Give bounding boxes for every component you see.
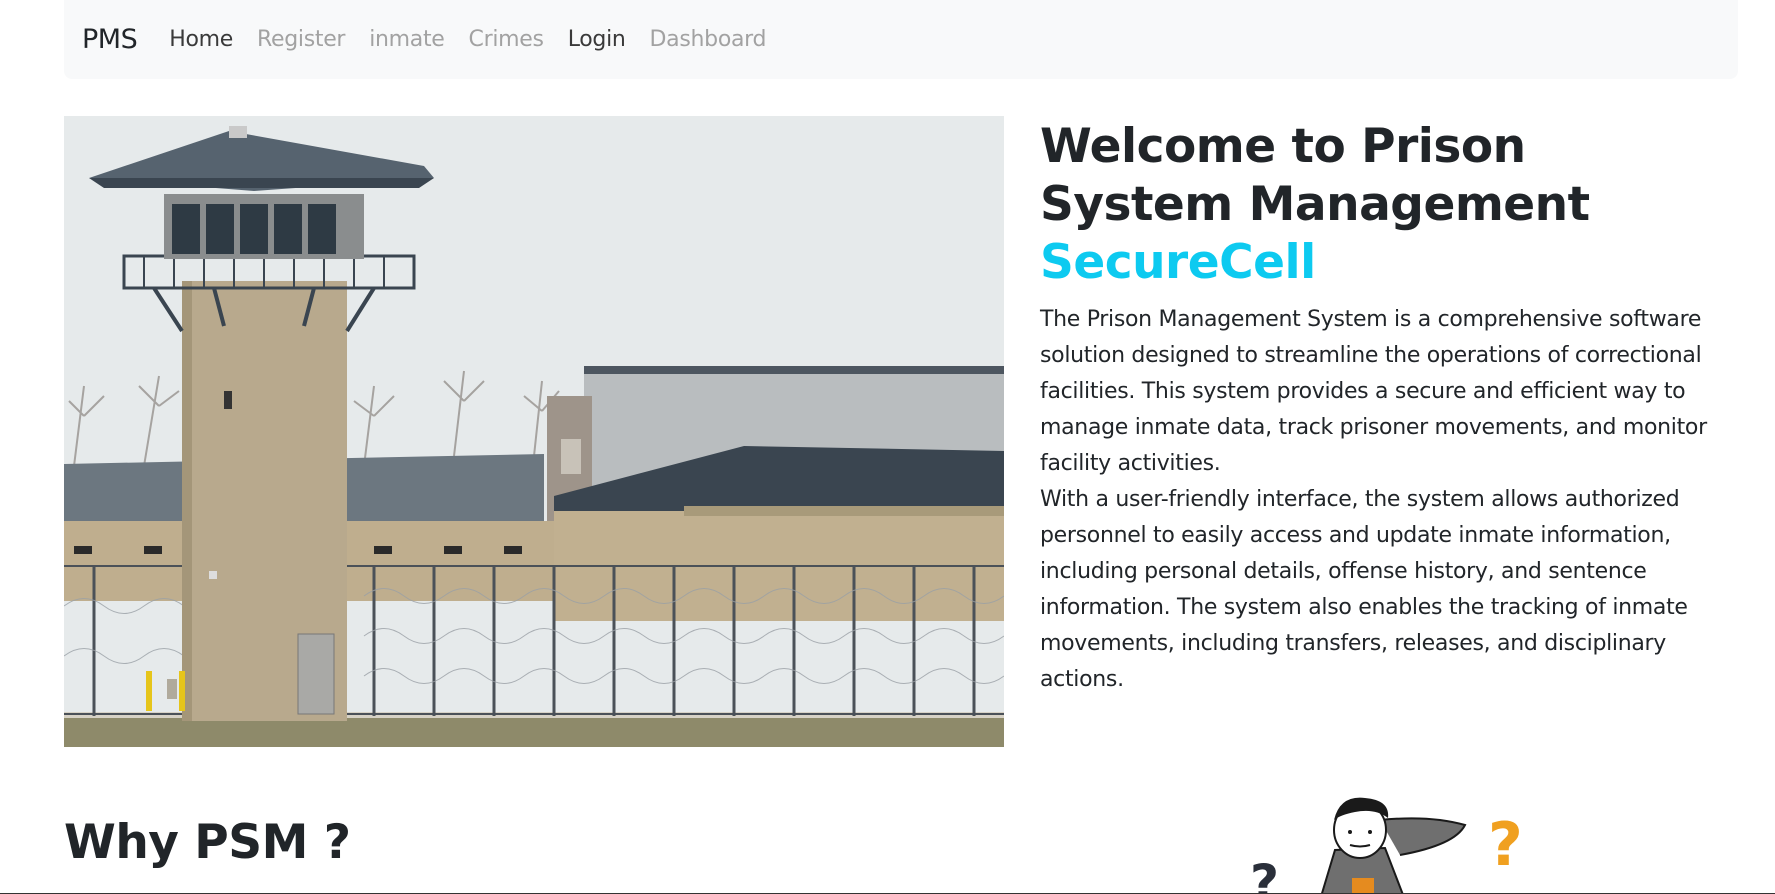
navbar: PMS Home Register inmate Crimes Login Da… — [64, 0, 1738, 79]
hero-paragraph-2: With a user-friendly interface, the syst… — [1040, 487, 1688, 692]
brand-link[interactable]: PMS — [82, 24, 138, 55]
thinking-person-illustration: ? ? — [1240, 790, 1540, 894]
nav-link-crimes[interactable]: Crimes — [469, 27, 544, 52]
hero-title-accent: SecureCell — [1040, 235, 1316, 290]
nav-link-inmate[interactable]: inmate — [369, 27, 445, 52]
question-mark-orange-icon: ? — [1488, 810, 1523, 880]
why-section-title: Why PSM ? — [64, 815, 351, 870]
nav-link-login[interactable]: Login — [568, 27, 626, 52]
hero-text-block: Welcome to Prison System Management Secu… — [1040, 118, 1710, 698]
hero-title-main: Welcome to Prison System Management — [1040, 119, 1590, 232]
nav-link-home[interactable]: Home — [169, 27, 233, 52]
hero-description: The Prison Management System is a compre… — [1040, 302, 1710, 698]
question-mark-dark-icon: ? — [1250, 854, 1279, 894]
nav-link-register[interactable]: Register — [257, 27, 345, 52]
prison-hero-image — [64, 116, 1004, 747]
hero-paragraph-1: The Prison Management System is a compre… — [1040, 307, 1707, 476]
nav-link-dashboard[interactable]: Dashboard — [650, 27, 767, 52]
hero-title: Welcome to Prison System Management Secu… — [1040, 118, 1710, 292]
nav-links: Home Register inmate Crimes Login Dashbo… — [157, 27, 778, 52]
